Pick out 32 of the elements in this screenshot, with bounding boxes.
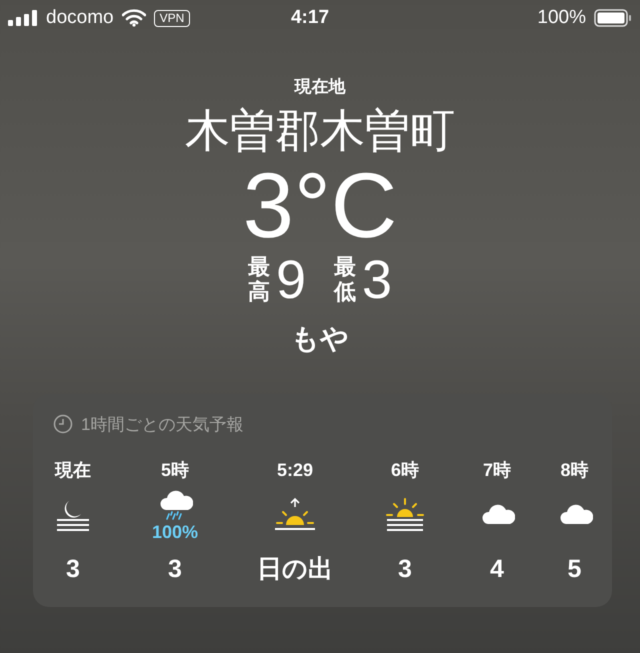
wifi-icon (122, 9, 146, 27)
precipitation-chance: 100% (152, 522, 198, 542)
sun-fog-icon (385, 497, 425, 533)
hour-temperature: 4 (490, 554, 504, 585)
current-temperature: 3°C (242, 158, 398, 254)
hour-label: 7時 (482, 459, 511, 482)
hour-temperature: 3 (66, 554, 80, 585)
clock-time: 4:17 (290, 6, 330, 30)
hour-temperature: 5 (568, 554, 582, 585)
high-label: 最高 (248, 255, 270, 304)
hourly-forecast-title: 1時間ごとの天気予報 (81, 414, 244, 436)
signal-icon (8, 10, 38, 26)
battery-percent: 100% (537, 6, 586, 30)
vpn-badge: VPN (154, 10, 190, 26)
location-label: 現在地 (294, 76, 346, 98)
hour-temperature: 日の出 (257, 554, 333, 585)
weather-condition: もや (291, 322, 349, 356)
hour-label: 5時 (160, 459, 189, 482)
clock-icon (53, 414, 73, 434)
city-name: 木曽郡木曽町 (185, 104, 455, 158)
high-temperature: 9 (276, 252, 306, 308)
hour-temperature: 3 (398, 554, 412, 585)
battery-icon (594, 9, 632, 27)
low-temperature: 3 (362, 252, 392, 308)
sunrise-icon (275, 497, 315, 533)
hour-label: 5:29 (276, 459, 314, 482)
hour-temperature: 3 (168, 554, 182, 585)
hour-label: 8時 (560, 459, 588, 482)
hour-label: 6時 (390, 459, 419, 482)
low-label: 最低 (334, 255, 356, 304)
hour-label: 現在 (55, 459, 91, 482)
carrier-name: docomo (46, 6, 114, 30)
